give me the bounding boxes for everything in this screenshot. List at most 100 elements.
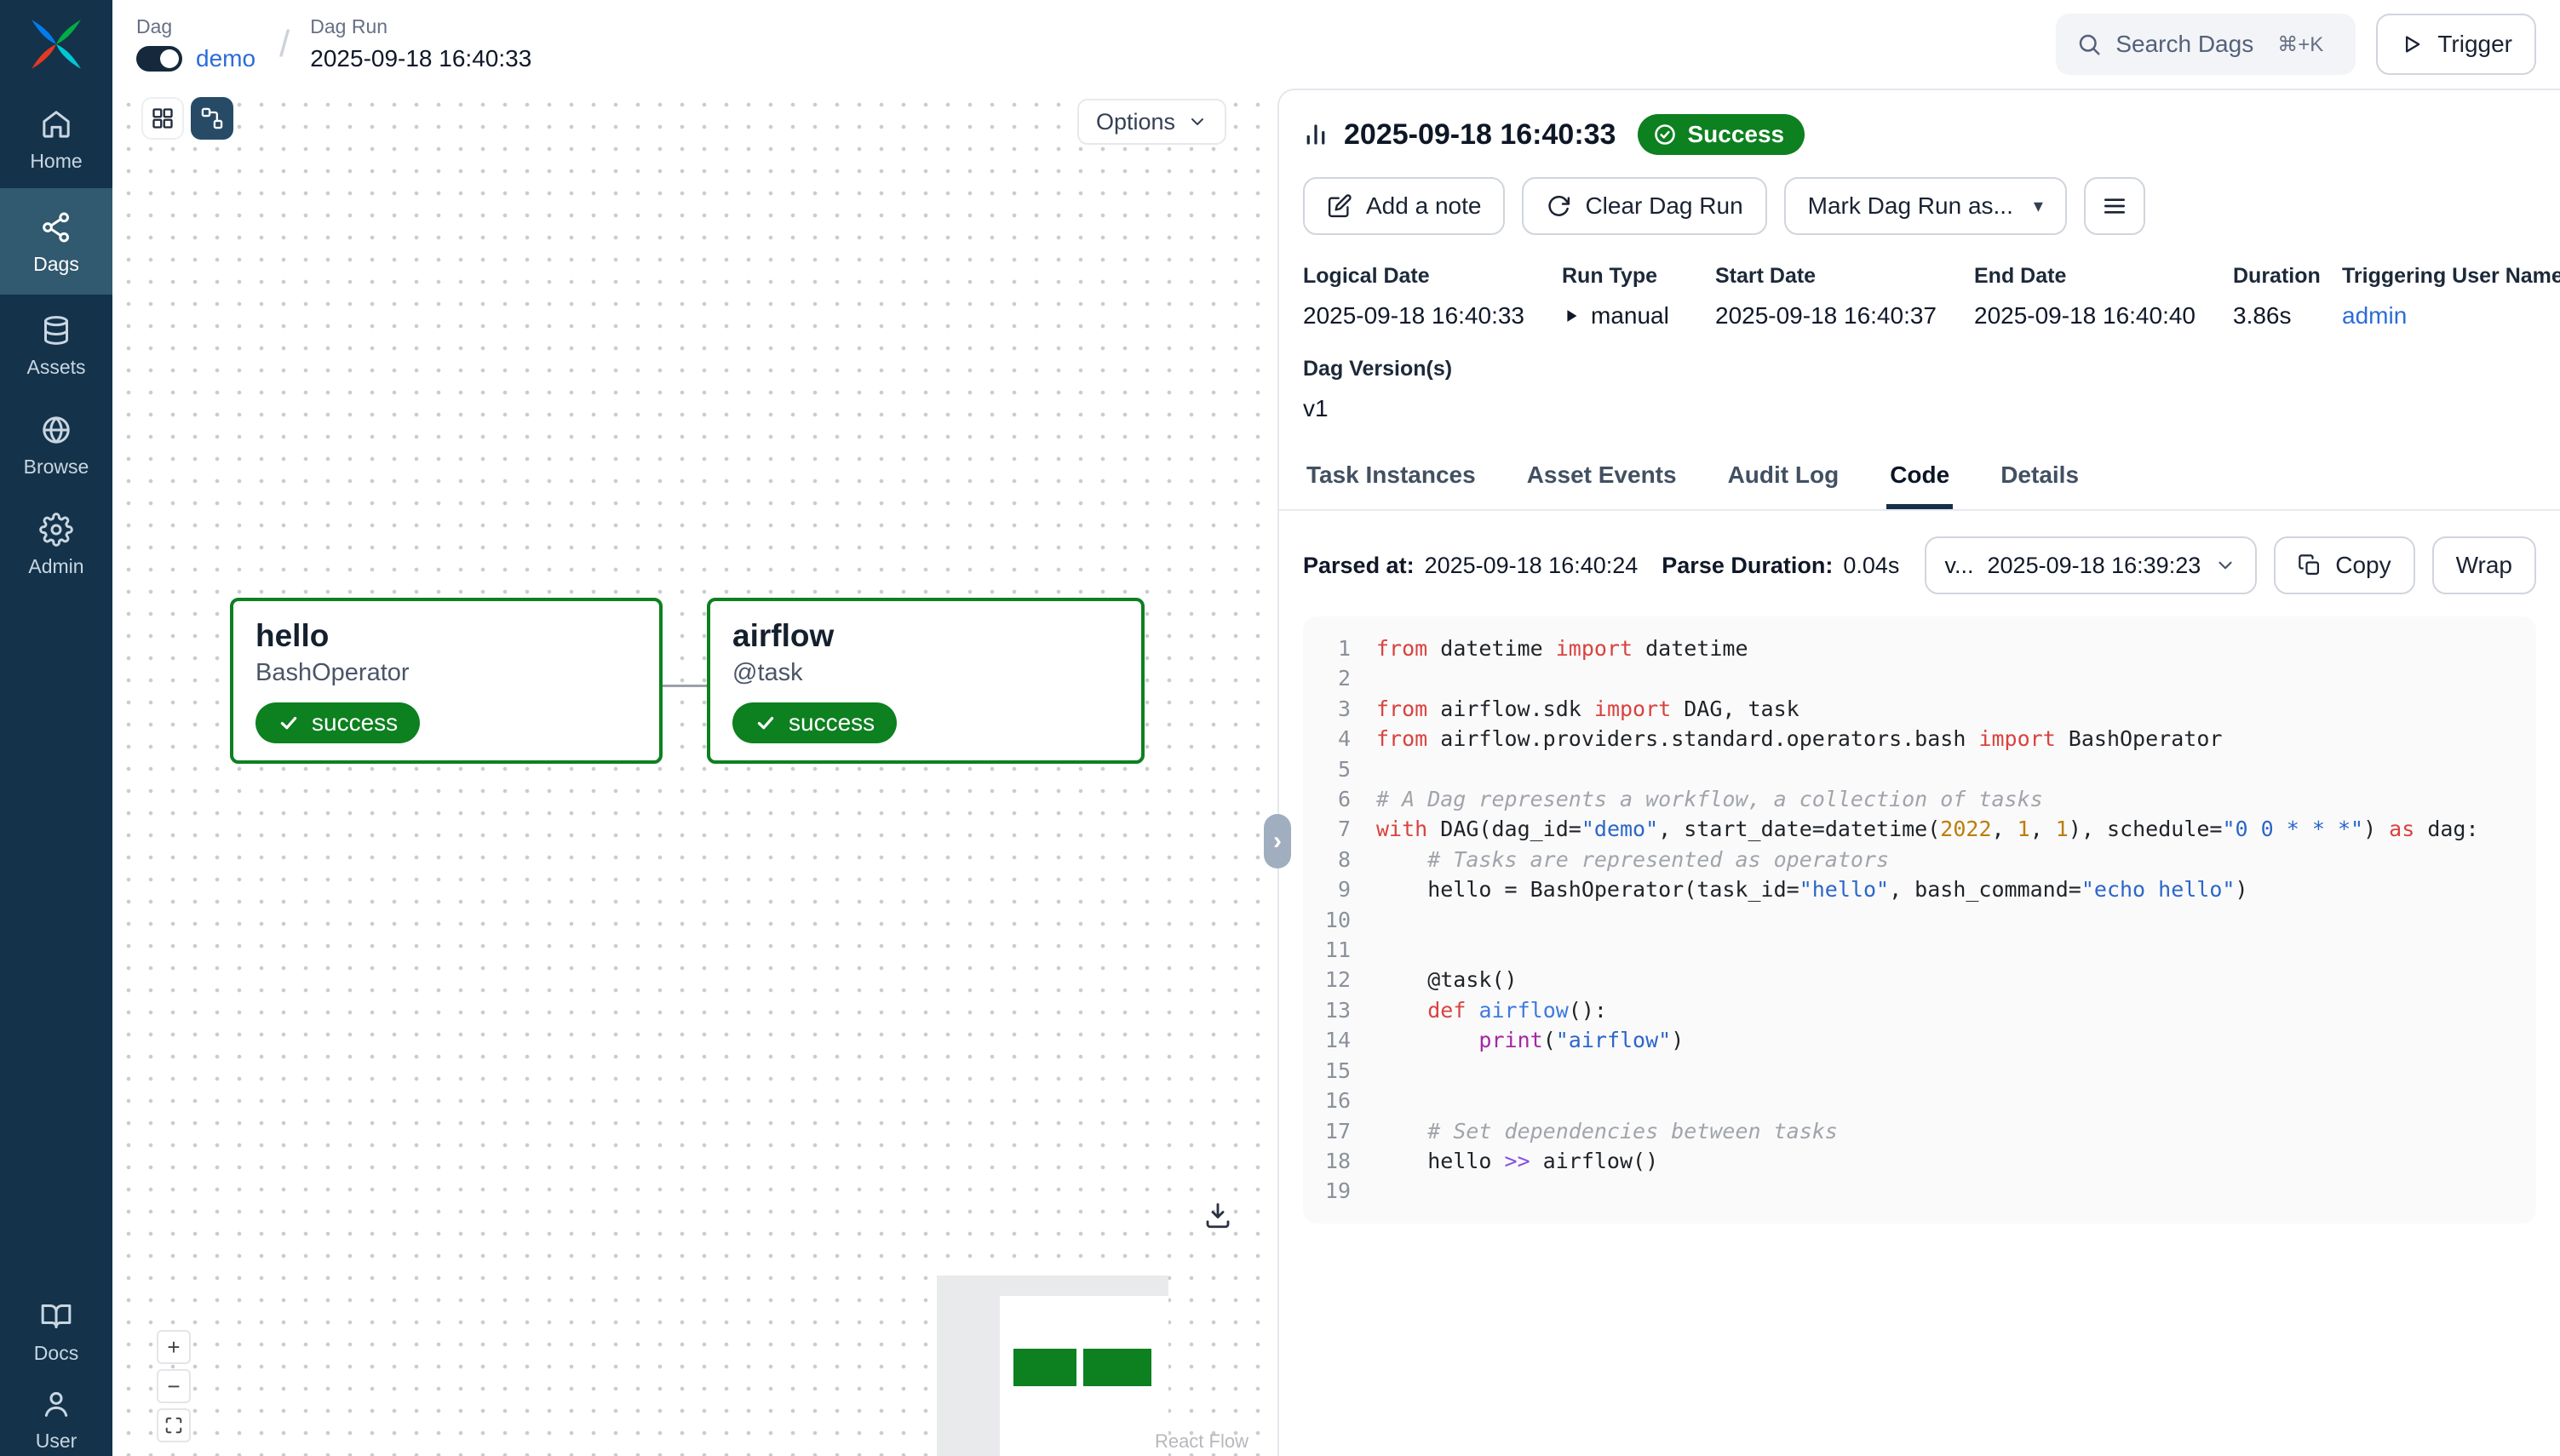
tab-code[interactable]: Code	[1886, 450, 1953, 509]
panel-gutter	[1260, 89, 1277, 1456]
graph-options-select[interactable]: Options	[1077, 99, 1226, 145]
code-toolbar: Parsed at: 2025-09-18 16:40:24 Parse Dur…	[1303, 536, 2536, 594]
graph-view-button[interactable]	[191, 97, 233, 140]
sidebar-item-dags[interactable]: Dags	[0, 188, 112, 295]
airflow-logo[interactable]	[0, 0, 112, 89]
sidebar-item-user[interactable]: User	[0, 1368, 112, 1456]
meta-run-type: Run Type manual	[1562, 264, 1695, 330]
assets-icon	[39, 313, 73, 347]
clear-dag-run-button[interactable]: Clear Dag Run	[1522, 177, 1766, 235]
run-status-badge: Success	[1638, 114, 1805, 155]
tab-audit-log[interactable]: Audit Log	[1725, 450, 1843, 509]
sidebar-item-label: User	[36, 1430, 77, 1453]
copy-code-button[interactable]: Copy	[2274, 536, 2414, 594]
mark-dag-run-as-button[interactable]: Mark Dag Run as... ▾	[1784, 177, 2067, 235]
task-status-label: success	[312, 709, 398, 737]
sidebar: Home Dags Assets Browse	[0, 0, 112, 1456]
dag-graph-panel: Options hello BashOperator success airfl…	[112, 89, 1260, 1456]
chevron-down-icon	[2214, 554, 2236, 576]
breadcrumb-dag-run: Dag Run 2025-09-18 16:40:33	[310, 15, 531, 74]
sidebar-item-browse[interactable]: Browse	[0, 394, 112, 494]
dag-versions: Dag Version(s) v1	[1303, 357, 2536, 422]
user-icon	[39, 1387, 73, 1421]
code-line: 14 print("airflow")	[1320, 1025, 2519, 1055]
dag-name-link[interactable]: demo	[196, 45, 255, 72]
sidebar-item-home[interactable]: Home	[0, 89, 112, 188]
parse-duration: Parse Duration: 0.04s	[1662, 553, 1899, 579]
chevron-down-icon	[1187, 112, 1208, 132]
sidebar-item-label: Browse	[24, 456, 89, 479]
check-circle-icon	[1653, 123, 1677, 146]
play-solid-icon	[1562, 307, 1581, 325]
zoom-in-button[interactable]: +	[157, 1330, 191, 1364]
task-node-airflow[interactable]: airflow @task success	[707, 598, 1145, 764]
detail-header: 2025-09-18 16:40:33 Success Add a note	[1279, 90, 2560, 422]
graph-minimap[interactable]	[937, 1275, 1168, 1456]
sidebar-item-label: Docs	[34, 1342, 78, 1365]
home-icon	[39, 107, 73, 141]
tab-asset-events[interactable]: Asset Events	[1524, 450, 1680, 509]
trigger-button[interactable]: Trigger	[2376, 14, 2536, 75]
tab-task-instances[interactable]: Task Instances	[1303, 450, 1479, 509]
zoom-out-button[interactable]: −	[157, 1369, 191, 1403]
wrap-code-button[interactable]: Wrap	[2432, 536, 2536, 594]
add-note-label: Add a note	[1366, 192, 1481, 220]
run-menu-button[interactable]	[2084, 177, 2145, 235]
airflow-pinwheel-icon	[28, 16, 84, 72]
fit-view-icon	[164, 1416, 183, 1435]
toggle-knob	[160, 49, 179, 68]
dag-pause-toggle[interactable]	[136, 46, 182, 72]
code-line: 12 @task()	[1320, 965, 2519, 995]
code-line: 4from airflow.providers.standard.operato…	[1320, 724, 2519, 754]
mark-dag-run-as-label: Mark Dag Run as...	[1808, 192, 2013, 220]
download-image-button[interactable]	[1203, 1201, 1233, 1231]
task-operator: @task	[732, 659, 1119, 687]
sidebar-item-assets[interactable]: Assets	[0, 295, 112, 394]
meta-triggering-user: Triggering User Name admin	[2342, 264, 2560, 330]
meta-duration: Duration 3.86s	[2233, 264, 2322, 330]
app-window: Home Dags Assets Browse	[0, 0, 2560, 1456]
dags-icon	[39, 210, 73, 244]
task-status-badge: success	[255, 702, 420, 743]
copy-icon	[2298, 553, 2322, 577]
task-operator: BashOperator	[255, 659, 637, 687]
react-flow-attribution[interactable]: React Flow	[1155, 1430, 1248, 1453]
breadcrumb-dag: Dag demo	[136, 15, 255, 74]
sidebar-item-docs[interactable]: Docs	[0, 1281, 112, 1368]
code-lines: 1from datetime import datetime2 3from ai…	[1320, 633, 2519, 1207]
sidebar-item-label: Dags	[33, 253, 79, 276]
task-edge	[663, 685, 707, 687]
grid-view-button[interactable]	[141, 97, 184, 140]
view-toggle	[141, 97, 233, 140]
task-node-hello[interactable]: hello BashOperator success	[230, 598, 663, 764]
code-line: 2	[1320, 663, 2519, 693]
download-icon	[1203, 1201, 1233, 1231]
task-title: hello	[255, 618, 637, 654]
run-status-label: Success	[1687, 121, 1784, 148]
admin-gear-icon	[39, 513, 73, 547]
code-line: 9 hello = BashOperator(task_id="hello", …	[1320, 874, 2519, 904]
topbar: Dag demo / Dag Run 2025-09-18 16:40:33 S…	[112, 0, 2560, 89]
dag-version-select[interactable]: v... 2025-09-18 16:39:23	[1925, 536, 2258, 594]
code-line: 1from datetime import datetime	[1320, 633, 2519, 663]
panel-collapse-handle[interactable]: ›	[1264, 814, 1291, 868]
triggering-user-link[interactable]: admin	[2342, 302, 2560, 330]
trigger-label: Trigger	[2437, 31, 2512, 58]
search-label: Search Dags	[2115, 31, 2253, 58]
note-edit-icon	[1327, 193, 1352, 219]
code-line: 15	[1320, 1056, 2519, 1086]
run-actions: Add a note Clear Dag Run Mark Dag Run as…	[1303, 177, 2536, 235]
content-split: Options hello BashOperator success airfl…	[112, 89, 2560, 1456]
main-area: Dag demo / Dag Run 2025-09-18 16:40:33 S…	[112, 0, 2560, 1456]
code-line: 17 # Set dependencies between tasks	[1320, 1116, 2519, 1146]
code-line: 16	[1320, 1086, 2519, 1115]
browse-icon	[39, 413, 73, 447]
search-dags-button[interactable]: Search Dags ⌘+K	[2056, 14, 2356, 75]
caret-down-icon: ▾	[2034, 195, 2043, 217]
sidebar-item-admin[interactable]: Admin	[0, 494, 112, 593]
tab-details[interactable]: Details	[1997, 450, 2082, 509]
add-note-button[interactable]: Add a note	[1303, 177, 1505, 235]
search-shortcut: ⌘+K	[2277, 32, 2323, 57]
fit-view-button[interactable]	[157, 1408, 191, 1442]
grid-icon	[151, 106, 175, 130]
